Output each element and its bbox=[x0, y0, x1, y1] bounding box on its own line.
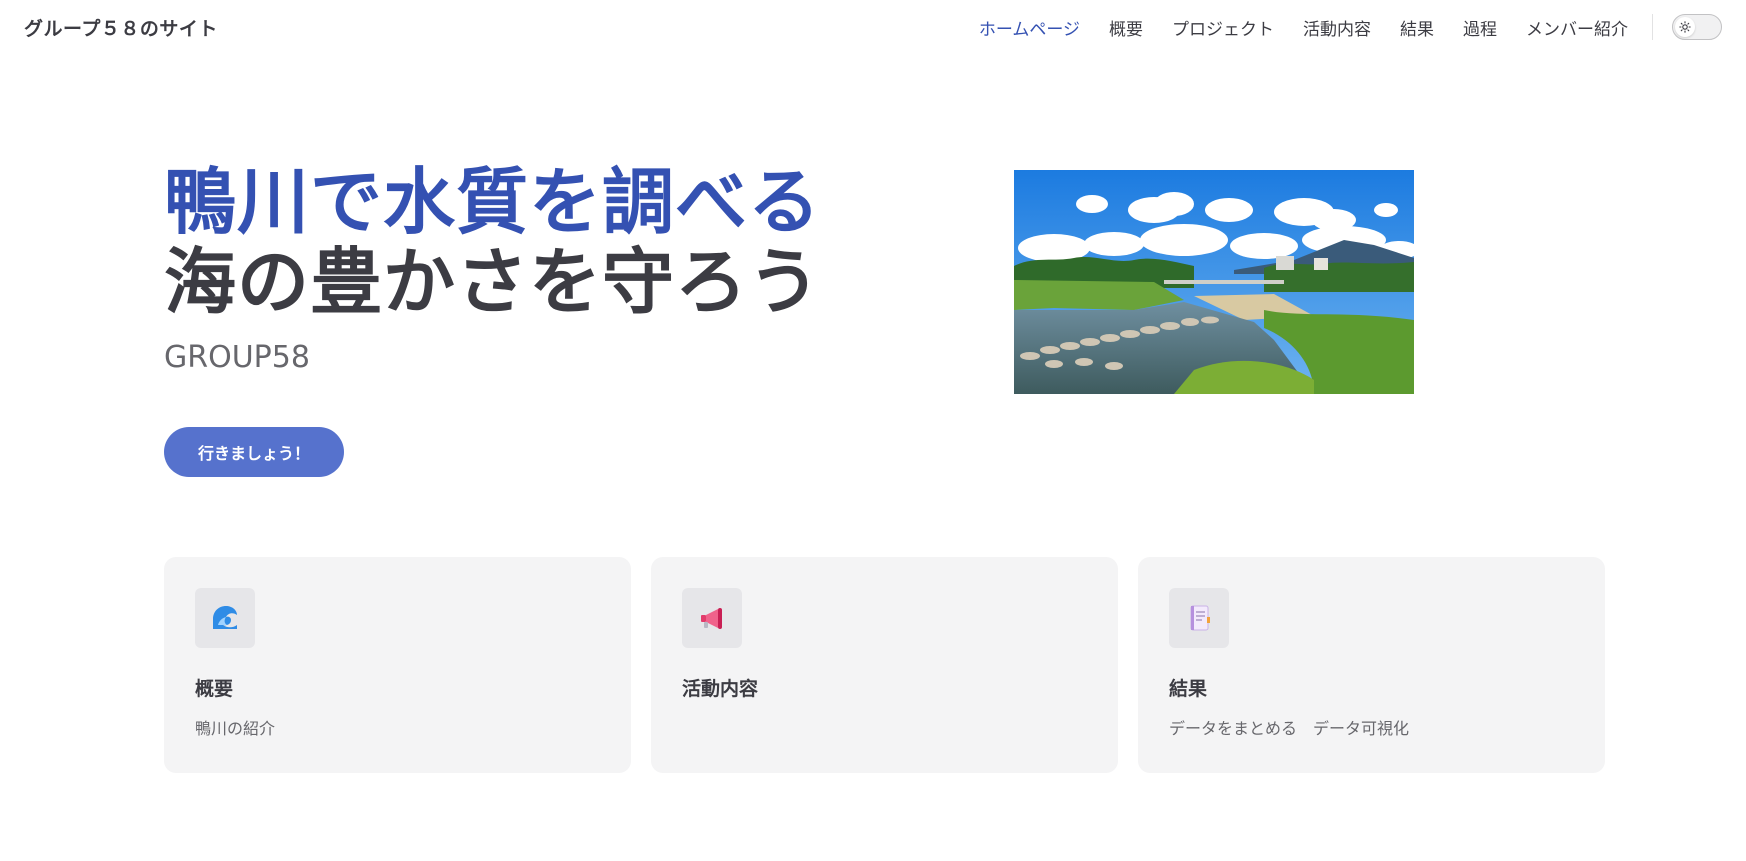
megaphone-icon bbox=[682, 588, 742, 648]
feature-title: 結果 bbox=[1169, 678, 1208, 700]
nav-link-home[interactable]: ホームページ bbox=[979, 15, 1080, 40]
feature-details: 鴨川の紹介 bbox=[195, 719, 276, 738]
nav-right: ホームページ 概要 プロジェクト 活動内容 結果 過程 メンバー紹介 bbox=[950, 0, 1722, 54]
hero-tagline: GROUP58 bbox=[164, 340, 310, 375]
features: 概要 鴨川の紹介 活動内容 結果 データをまとめる データ可視化 bbox=[164, 557, 1605, 773]
river-landscape-image bbox=[1014, 170, 1414, 394]
wave-icon bbox=[195, 588, 255, 648]
feature-details: データをまとめる データ可視化 bbox=[1169, 719, 1410, 738]
nav-link-project[interactable]: プロジェクト bbox=[1172, 15, 1274, 40]
feature-card-overview[interactable]: 概要 鴨川の紹介 bbox=[164, 557, 631, 773]
hero-text-block: 鴨川で水質を調べる 海の豊かさを守ろう GROUP58 bbox=[164, 162, 821, 375]
hero-name: 鴨川で水質を調べる bbox=[164, 160, 822, 244]
hero-text: 海の豊かさを守ろう bbox=[164, 240, 822, 324]
feature-title: 概要 bbox=[195, 678, 234, 700]
hero-action-button[interactable]: 行きましょう！ bbox=[164, 427, 345, 477]
river-landscape-icon bbox=[1014, 170, 1414, 394]
theme-toggle[interactable] bbox=[1672, 14, 1722, 40]
toggle-knob bbox=[1675, 17, 1695, 37]
navbar: グループ５８のサイト ホームページ 概要 プロジェクト 活動内容 結果 過程 メ… bbox=[0, 0, 1746, 54]
sun-icon bbox=[1679, 21, 1691, 33]
feature-card-results[interactable]: 結果 データをまとめる データ可視化 bbox=[1138, 557, 1605, 773]
feature-title: 活動内容 bbox=[682, 678, 759, 700]
notebook-icon bbox=[1169, 588, 1229, 648]
nav-link-members[interactable]: メンバー紹介 bbox=[1526, 15, 1628, 40]
nav-link-overview[interactable]: 概要 bbox=[1109, 15, 1143, 40]
nav-link-process[interactable]: 過程 bbox=[1463, 15, 1497, 40]
nav-link-activities[interactable]: 活動内容 bbox=[1303, 15, 1371, 40]
nav-divider bbox=[1652, 14, 1653, 40]
feature-card-activities[interactable]: 活動内容 bbox=[651, 557, 1118, 773]
nav-link-results[interactable]: 結果 bbox=[1400, 15, 1434, 40]
nav-links: ホームページ 概要 プロジェクト 活動内容 結果 過程 メンバー紹介 bbox=[950, 15, 1628, 40]
site-title[interactable]: グループ５８のサイト bbox=[24, 14, 218, 41]
